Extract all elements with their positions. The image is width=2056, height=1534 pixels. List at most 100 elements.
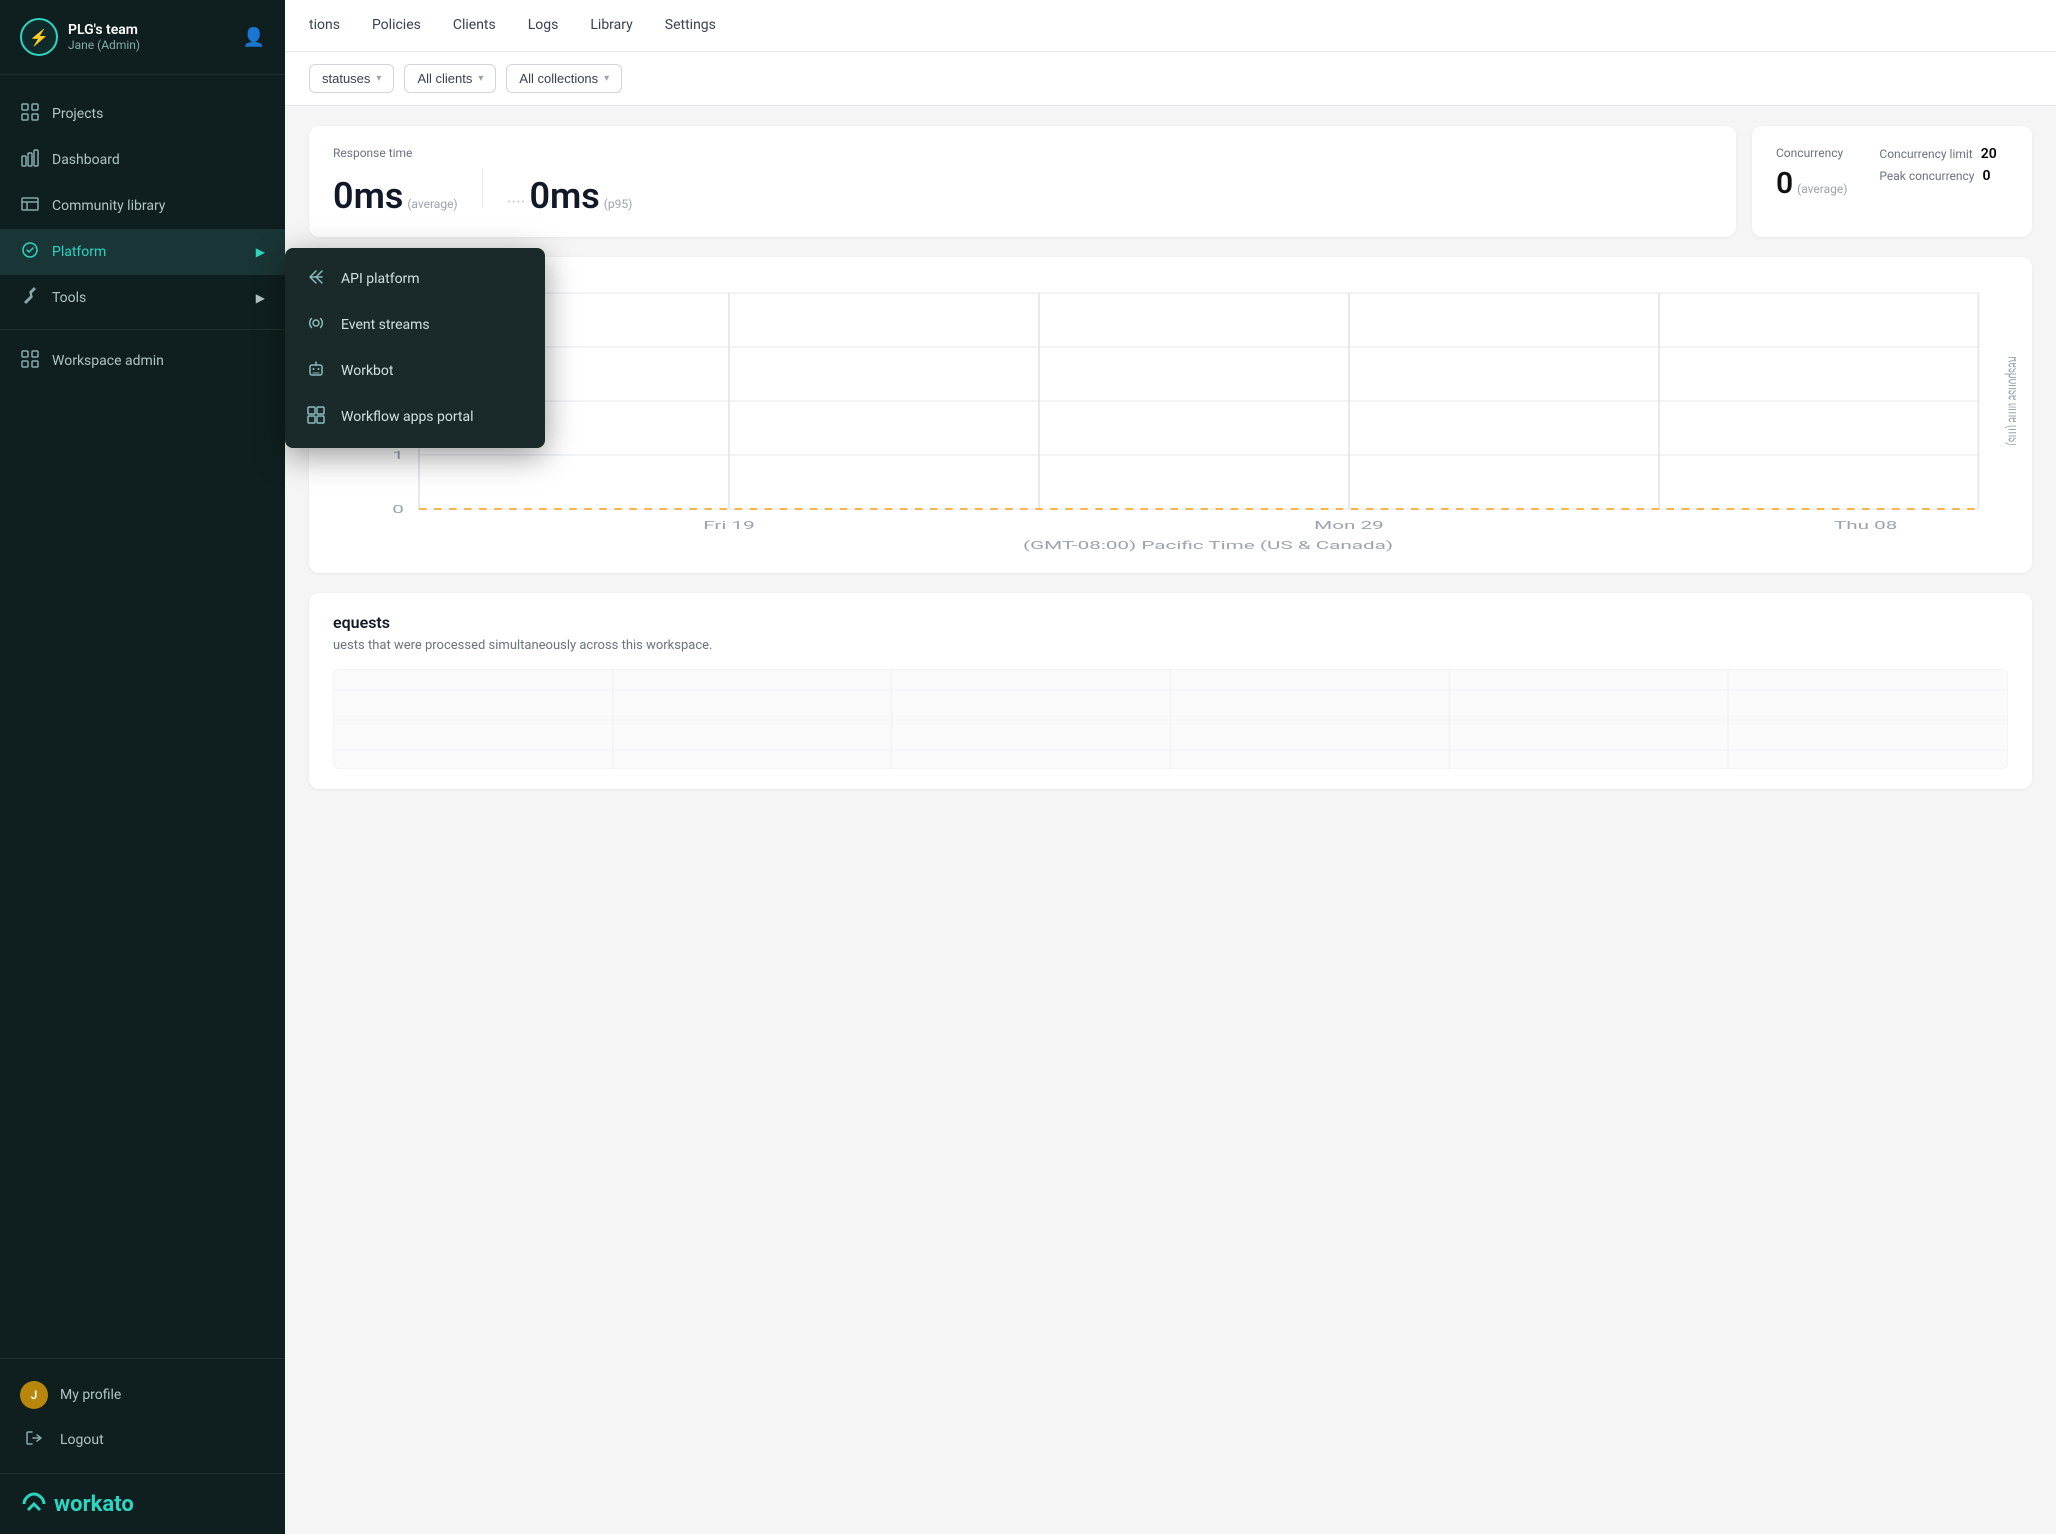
tab-tions[interactable]: tions: [309, 1, 340, 51]
brand-subtitle: Jane (Admin): [68, 38, 140, 52]
sidebar-item-projects[interactable]: Projects: [0, 91, 285, 137]
tools-label: Tools: [52, 290, 86, 306]
stat-divider: [482, 168, 483, 208]
workspace-admin-label: Workspace admin: [52, 353, 164, 369]
tab-clients[interactable]: Clients: [453, 1, 496, 51]
p95-label: (p95): [604, 197, 633, 211]
concurrency-limit-row: Concurrency limit 20: [1879, 146, 1996, 162]
response-time-card: Response time 0ms (average) ···· 0ms (p9…: [309, 126, 1736, 237]
workflow-apps-portal-label: Workflow apps portal: [341, 409, 474, 425]
avg-value: 0ms: [333, 175, 403, 217]
concurrency-limit-value: 20: [1981, 146, 1997, 162]
concurrency-card: Concurrency 0 (average) Concurrency limi…: [1752, 126, 2032, 237]
community-library-icon: [20, 195, 40, 217]
nav-divider: [0, 329, 285, 330]
brand-name: PLG's team: [68, 22, 140, 38]
section-title: equests: [333, 613, 2008, 632]
p95-stat: ···· 0ms (p95): [507, 175, 633, 217]
all-collections-filter[interactable]: All collections ▾: [506, 64, 622, 93]
svg-text:Mon 29: Mon 29: [1314, 520, 1384, 533]
tab-policies[interactable]: Policies: [372, 1, 421, 51]
brand-icon: ⚡: [20, 18, 58, 56]
my-profile-item[interactable]: J My profile: [0, 1371, 285, 1419]
concurrency-limits: Concurrency limit 20 Peak concurrency 0: [1879, 146, 1996, 217]
tab-settings[interactable]: Settings: [665, 1, 716, 51]
peak-label: Peak concurrency: [1879, 169, 1974, 183]
logout-icon: [20, 1429, 48, 1451]
concurrency-label: Concurrency: [1776, 146, 1847, 160]
statuses-caret: ▾: [376, 73, 381, 84]
api-platform-icon: [305, 268, 327, 290]
all-clients-caret: ▾: [478, 73, 483, 84]
tools-icon: [20, 287, 40, 309]
platform-dropdown: API platform Event streams Workbot Workf…: [285, 248, 545, 448]
dashboard-icon: [20, 149, 40, 171]
sidebar-header: ⚡ PLG's team Jane (Admin) 👤: [0, 0, 285, 75]
stat-values: 0ms (average) ···· 0ms (p95): [333, 168, 1712, 217]
response-time-label: Response time: [333, 146, 1712, 160]
dropdown-event-streams[interactable]: Event streams: [285, 302, 545, 348]
bottom-chart: [333, 669, 2008, 769]
tab-library[interactable]: Library: [590, 1, 632, 51]
tools-chevron: ▶: [256, 291, 265, 305]
chart-area: 4 3 2 1 0 Fri 19 Mon 29 Thu 08 (GMT-08:0…: [309, 257, 2032, 573]
avg-label: (average): [407, 197, 457, 211]
logout-item[interactable]: Logout: [0, 1419, 285, 1461]
section-title-prefix: equests: [333, 613, 390, 632]
all-collections-caret: ▾: [604, 73, 609, 84]
svg-text:1: 1: [392, 450, 404, 463]
platform-label: Platform: [52, 244, 106, 260]
statuses-filter-label: statuses: [322, 71, 370, 86]
filters-bar: statuses ▾ All clients ▾ All collections…: [285, 52, 2056, 106]
statuses-filter[interactable]: statuses ▾: [309, 64, 394, 93]
user-switch-icon[interactable]: 👤: [243, 27, 265, 48]
avg-stat: 0ms (average): [333, 175, 458, 217]
sidebar-item-workspace-admin[interactable]: Workspace admin: [0, 338, 285, 384]
projects-label: Projects: [52, 106, 103, 122]
all-clients-filter[interactable]: All clients ▾: [404, 64, 496, 93]
dashboard-label: Dashboard: [52, 152, 120, 168]
stats-area: Response time 0ms (average) ···· 0ms (p9…: [285, 106, 2056, 257]
main-content: tions Policies Clients Logs Library Sett…: [285, 0, 2056, 1534]
dropdown-workflow-apps-portal[interactable]: Workflow apps portal: [285, 394, 545, 440]
sidebar-item-dashboard[interactable]: Dashboard: [0, 137, 285, 183]
bottom-section: equests uests that were processed simult…: [309, 593, 2032, 789]
tab-logs[interactable]: Logs: [528, 1, 559, 51]
response-time-chart: 4 3 2 1 0 Fri 19 Mon 29 Thu 08 (GMT-08:0…: [325, 273, 2016, 553]
top-nav: tions Policies Clients Logs Library Sett…: [285, 0, 2056, 52]
all-collections-label: All collections: [519, 71, 598, 86]
workato-logo-text: workato: [54, 1492, 134, 1517]
concurrency-avg-label: (average): [1797, 182, 1847, 196]
sidebar-item-tools[interactable]: Tools ▶: [0, 275, 285, 321]
concurrency-avg-section: Concurrency 0 (average): [1776, 146, 1847, 217]
event-streams-label: Event streams: [341, 317, 430, 333]
projects-icon: [20, 103, 40, 125]
logout-label: Logout: [60, 1432, 104, 1448]
concurrency-limit-label: Concurrency limit: [1879, 147, 1972, 161]
sidebar: ⚡ PLG's team Jane (Admin) 👤 Projects Das…: [0, 0, 285, 1534]
workato-logo: workato: [0, 1473, 285, 1534]
peak-concurrency-row: Peak concurrency 0: [1879, 168, 1996, 184]
my-profile-label: My profile: [60, 1387, 121, 1403]
sidebar-footer: J My profile Logout: [0, 1358, 285, 1473]
dropdown-api-platform[interactable]: API platform: [285, 256, 545, 302]
concurrency-avg-value: 0: [1776, 166, 1793, 201]
svg-text:(GMT-08:00) Pacific Time (US &: (GMT-08:00) Pacific Time (US & Canada): [1023, 540, 1393, 553]
dropdown-workbot[interactable]: Workbot: [285, 348, 545, 394]
avatar: J: [20, 1381, 48, 1409]
svg-text:Fri 19: Fri 19: [703, 520, 755, 533]
svg-text:Thu 08: Thu 08: [1834, 520, 1897, 533]
all-clients-label: All clients: [417, 71, 472, 86]
workbot-icon: [305, 360, 327, 382]
sidebar-nav: Projects Dashboard Community library Pla…: [0, 75, 285, 1358]
svg-text:0: 0: [392, 504, 404, 517]
community-library-label: Community library: [52, 198, 165, 214]
svg-text:Response time (ms): Response time (ms): [2003, 356, 2016, 445]
peak-value: 0: [1982, 168, 1990, 184]
brand: ⚡ PLG's team Jane (Admin): [20, 18, 140, 56]
sidebar-item-community-library[interactable]: Community library: [0, 183, 285, 229]
p95-value: 0ms: [529, 175, 599, 217]
workspace-admin-icon: [20, 350, 40, 372]
sidebar-item-platform[interactable]: Platform ▶: [0, 229, 285, 275]
event-streams-icon: [305, 314, 327, 336]
